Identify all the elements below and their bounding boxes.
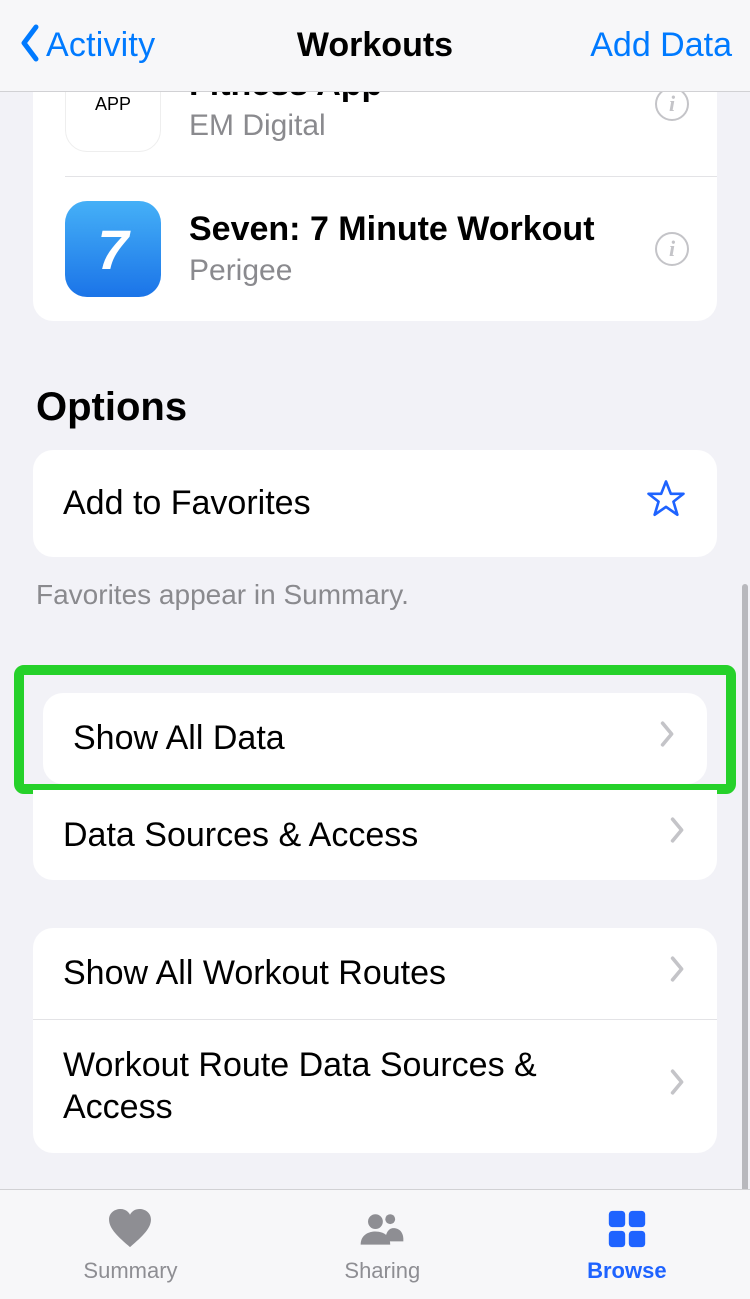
show-all-routes-label: Show All Workout Routes <box>63 952 446 995</box>
route-sources-row[interactable]: Workout Route Data Sources & Access <box>33 1020 717 1153</box>
add-to-favorites-row[interactable]: Add to Favorites <box>33 450 717 557</box>
show-all-data-row[interactable]: Show All Data <box>43 693 707 784</box>
app-row-fitness[interactable]: APP Fitness App EM Digital i <box>65 92 717 177</box>
highlight-box: Show All Data <box>14 665 736 794</box>
data-card-top: Show All Data <box>43 693 707 784</box>
app-icon: 7 <box>65 201 161 297</box>
app-icon: APP <box>65 92 161 152</box>
favorites-footnote: Favorites appear in Summary. <box>36 579 714 611</box>
options-header: Options <box>36 385 714 430</box>
routes-card: Show All Workout Routes Workout Route Da… <box>33 928 717 1153</box>
people-icon <box>359 1209 405 1254</box>
chevron-right-icon <box>669 954 687 993</box>
tab-bar: Summary Sharing Browse <box>0 1189 750 1299</box>
tab-browse[interactable]: Browse <box>587 1209 666 1284</box>
add-data-button[interactable]: Add Data <box>590 26 732 65</box>
chevron-left-icon <box>18 23 42 68</box>
favorites-label: Add to Favorites <box>63 484 311 523</box>
route-sources-label: Workout Route Data Sources & Access <box>63 1044 623 1129</box>
data-sources-label: Data Sources & Access <box>63 814 418 857</box>
show-all-routes-row[interactable]: Show All Workout Routes <box>33 928 717 1020</box>
content-scroll[interactable]: APP Fitness App EM Digital i 7 Seven: 7 … <box>0 92 750 1189</box>
scrollbar[interactable] <box>742 584 748 1189</box>
tab-sharing[interactable]: Sharing <box>344 1209 420 1284</box>
info-icon[interactable]: i <box>655 232 689 266</box>
tab-label: Browse <box>587 1258 666 1284</box>
app-vendor: EM Digital <box>189 109 655 143</box>
tab-label: Summary <box>83 1258 177 1284</box>
star-icon <box>645 478 687 529</box>
nav-bar: Activity Workouts Add Data <box>0 0 750 92</box>
apps-card: APP Fitness App EM Digital i 7 Seven: 7 … <box>33 92 717 321</box>
back-button[interactable]: Activity <box>18 23 155 68</box>
show-all-data-label: Show All Data <box>73 717 285 760</box>
heart-icon <box>107 1209 153 1254</box>
back-label: Activity <box>46 26 155 65</box>
app-title: Fitness App <box>189 92 655 105</box>
data-sources-row[interactable]: Data Sources & Access <box>33 790 717 881</box>
chevron-right-icon <box>659 719 677 758</box>
chevron-right-icon <box>669 1067 687 1106</box>
grid-icon <box>604 1209 650 1254</box>
app-title: Seven: 7 Minute Workout <box>189 210 655 249</box>
options-card: Add to Favorites <box>33 450 717 557</box>
info-icon[interactable]: i <box>655 92 689 121</box>
tab-label: Sharing <box>344 1258 420 1284</box>
tab-summary[interactable]: Summary <box>83 1209 177 1284</box>
app-row-seven[interactable]: 7 Seven: 7 Minute Workout Perigee i <box>65 177 717 321</box>
chevron-right-icon <box>669 815 687 854</box>
app-vendor: Perigee <box>189 254 655 288</box>
